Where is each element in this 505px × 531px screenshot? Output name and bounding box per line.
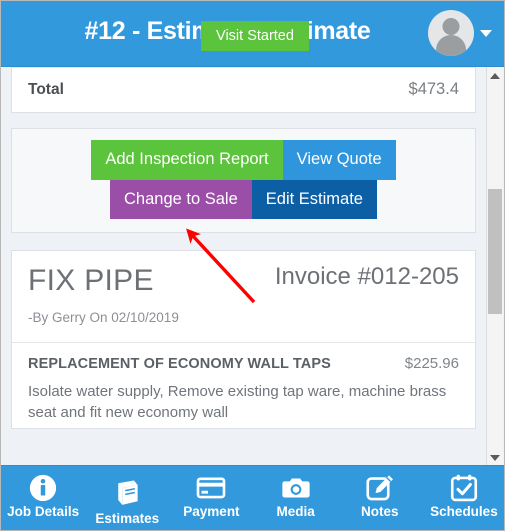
scrollbar-thumb[interactable] (488, 189, 502, 314)
total-row: Total $473.4 (12, 67, 475, 112)
invoice-header: FIX PIPE Invoice #012-205 -By Gerry On 0… (12, 251, 475, 343)
calendar-check-icon (449, 473, 479, 503)
nav-item-job-details[interactable]: Job Details (1, 466, 85, 530)
nav-item-payment[interactable]: Payment (169, 466, 253, 530)
line-item: REPLACEMENT OF ECONOMY WALL TAPS $225.96… (12, 343, 475, 428)
change-to-sale-button[interactable]: Change to Sale (110, 179, 252, 219)
nav-label-payment: Payment (183, 504, 240, 519)
edit-estimate-button[interactable]: Edit Estimate (251, 179, 377, 219)
app-window: #12 - Estimates Estimate Visit Started T… (0, 0, 505, 531)
profile-menu[interactable] (428, 10, 492, 56)
info-circle-icon (28, 473, 58, 503)
app-header: #12 - Estimates Estimate Visit Started (1, 1, 504, 67)
nav-label-job-details: Job Details (7, 504, 80, 519)
invoice-byline: -By Gerry On 02/10/2019 (28, 309, 179, 325)
nav-item-estimates[interactable]: Estimates (85, 466, 169, 530)
total-value: $473.4 (408, 80, 459, 98)
bottom-navigation-bar: Job Details Estimates Payment Media Note… (1, 465, 504, 530)
credit-card-icon (196, 473, 226, 503)
line-item-name: REPLACEMENT OF ECONOMY WALL TAPS (28, 356, 331, 372)
scroll-down-button[interactable] (487, 449, 503, 466)
avatar-head (442, 18, 460, 35)
add-inspection-report-button[interactable]: Add Inspection Report (91, 140, 283, 180)
line-item-description: Isolate water supply, Remove existing ta… (28, 383, 447, 422)
invoice-card[interactable]: FIX PIPE Invoice #012-205 -By Gerry On 0… (11, 250, 476, 429)
triangle-down-icon (490, 454, 500, 461)
nav-item-schedules[interactable]: Schedules (422, 466, 504, 530)
total-label: Total (28, 80, 64, 98)
nav-item-media[interactable]: Media (254, 466, 338, 530)
nav-label-estimates: Estimates (95, 511, 160, 526)
scroll-up-button[interactable] (487, 67, 503, 84)
book-icon (112, 478, 142, 508)
action-button-row-2: Change to Sale Edit Estimate (12, 179, 475, 219)
user-avatar-icon[interactable] (428, 10, 474, 56)
triangle-up-icon (490, 72, 500, 79)
estimate-summary-card: Total $473.4 (11, 67, 476, 113)
main-scroll-area[interactable]: Total $473.4 Add Inspection Report View Q… (1, 67, 504, 466)
action-button-panel: Add Inspection Report View Quote Change t… (11, 128, 476, 233)
camera-icon (281, 473, 311, 503)
vertical-scrollbar[interactable] (486, 67, 503, 466)
edit-pencil-icon (365, 473, 395, 503)
avatar-body (436, 35, 466, 56)
nav-item-notes[interactable]: Notes (338, 466, 422, 530)
invoice-number: Invoice #012-205 (274, 263, 459, 290)
view-quote-button[interactable]: View Quote (282, 140, 396, 180)
status-badge-visit-started: Visit Started (201, 21, 309, 51)
chevron-down-icon[interactable] (480, 29, 492, 37)
content-column: Total $473.4 Add Inspection Report View Q… (11, 67, 476, 429)
nav-label-media: Media (276, 504, 315, 519)
action-button-row-1: Add Inspection Report View Quote (12, 140, 475, 180)
line-item-header: REPLACEMENT OF ECONOMY WALL TAPS $225.96 (28, 355, 459, 372)
nav-label-notes: Notes (361, 504, 399, 519)
nav-label-schedules: Schedules (430, 504, 498, 519)
line-item-price: $225.96 (404, 355, 459, 372)
